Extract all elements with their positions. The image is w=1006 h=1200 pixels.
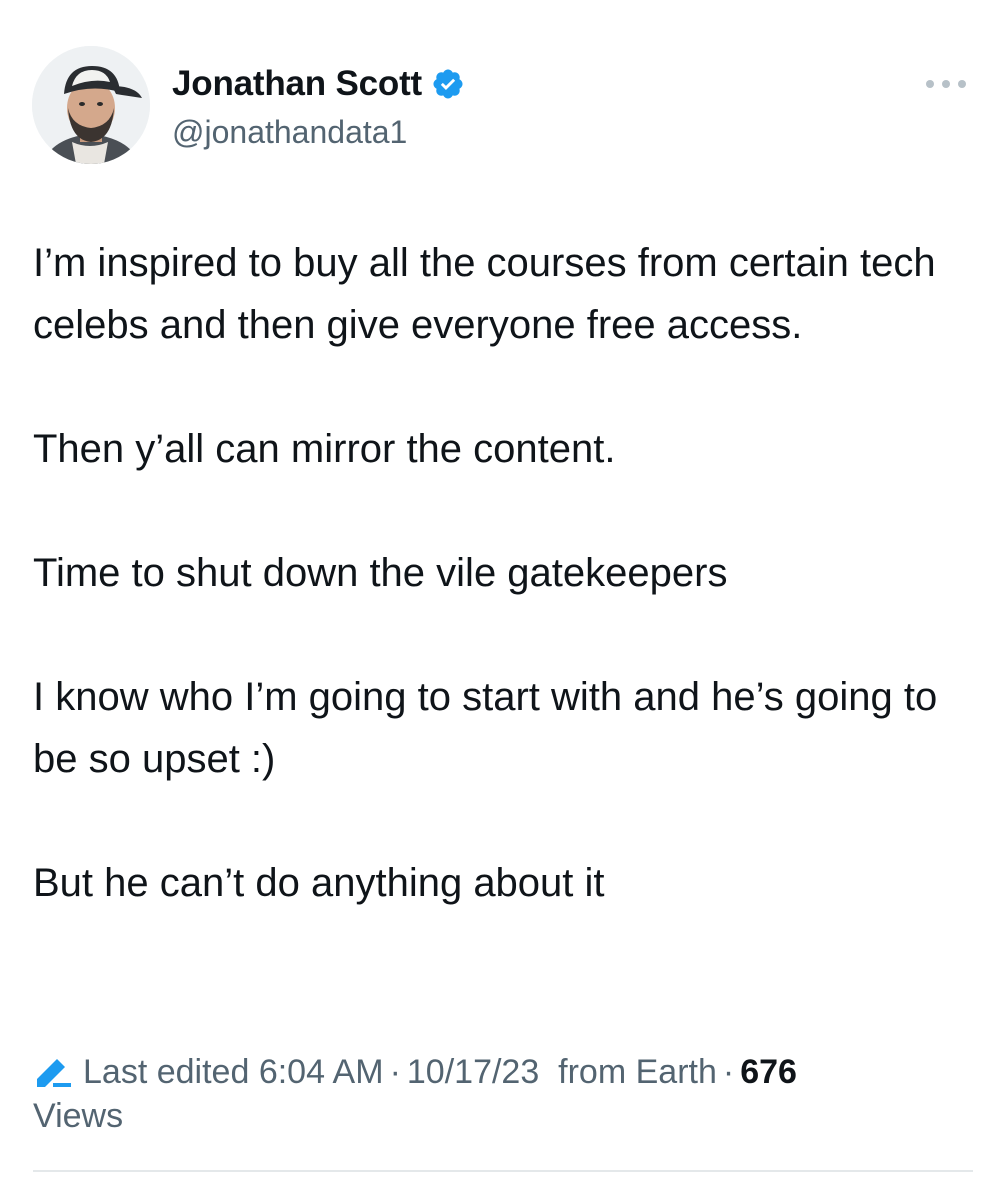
separator-dot: ·: [722, 1053, 735, 1091]
tweet-paragraph: But he can’t do anything about it: [33, 861, 605, 905]
tweet-paragraph: Time to shut down the vile gatekeepers: [33, 551, 728, 595]
tweet-meta: Last edited 6:04 AM · 10/17/23 from Earth ·…: [33, 1050, 973, 1138]
views-label: Views: [33, 1097, 124, 1135]
separator-dot: ·: [389, 1053, 401, 1091]
pencil-edit-icon[interactable]: [33, 1053, 73, 1087]
tweet-time: 6:04 AM: [258, 1053, 384, 1091]
views-count[interactable]: 676: [740, 1053, 797, 1091]
more-horizontal-icon: [942, 80, 950, 88]
tweet-header: Jonathan Scott @jonathandata1: [32, 46, 974, 166]
author-identity: Jonathan Scott @jonathandata1: [172, 62, 465, 151]
edit-history-link[interactable]: Last edited 6:04 AM: [83, 1053, 384, 1091]
tweet-card: Jonathan Scott @jonathandata1 I’m inspir…: [0, 0, 1006, 1200]
author-display-name[interactable]: Jonathan Scott: [172, 64, 422, 104]
tweet-date[interactable]: 10/17/23: [407, 1053, 539, 1091]
tweet-paragraph: Then y’all can mirror the content.: [33, 427, 616, 471]
edit-prefix: Last edited: [83, 1053, 250, 1091]
name-row: Jonathan Scott: [172, 62, 465, 106]
avatar-photo-icon: [32, 46, 150, 164]
tweet-text: I’m inspired to buy all the courses from…: [33, 232, 978, 914]
tweet-location: from Earth: [558, 1053, 717, 1091]
author-handle[interactable]: @jonathandata1: [172, 114, 465, 151]
tweet-paragraph: I know who I’m going to start with and h…: [33, 675, 938, 781]
more-options-button[interactable]: [926, 74, 966, 94]
verified-badge-icon[interactable]: [431, 67, 465, 101]
author-avatar[interactable]: [32, 46, 150, 164]
more-horizontal-icon: [926, 80, 934, 88]
tweet-paragraph: I’m inspired to buy all the courses from…: [33, 241, 936, 347]
divider: [33, 1170, 973, 1172]
more-horizontal-icon: [958, 80, 966, 88]
